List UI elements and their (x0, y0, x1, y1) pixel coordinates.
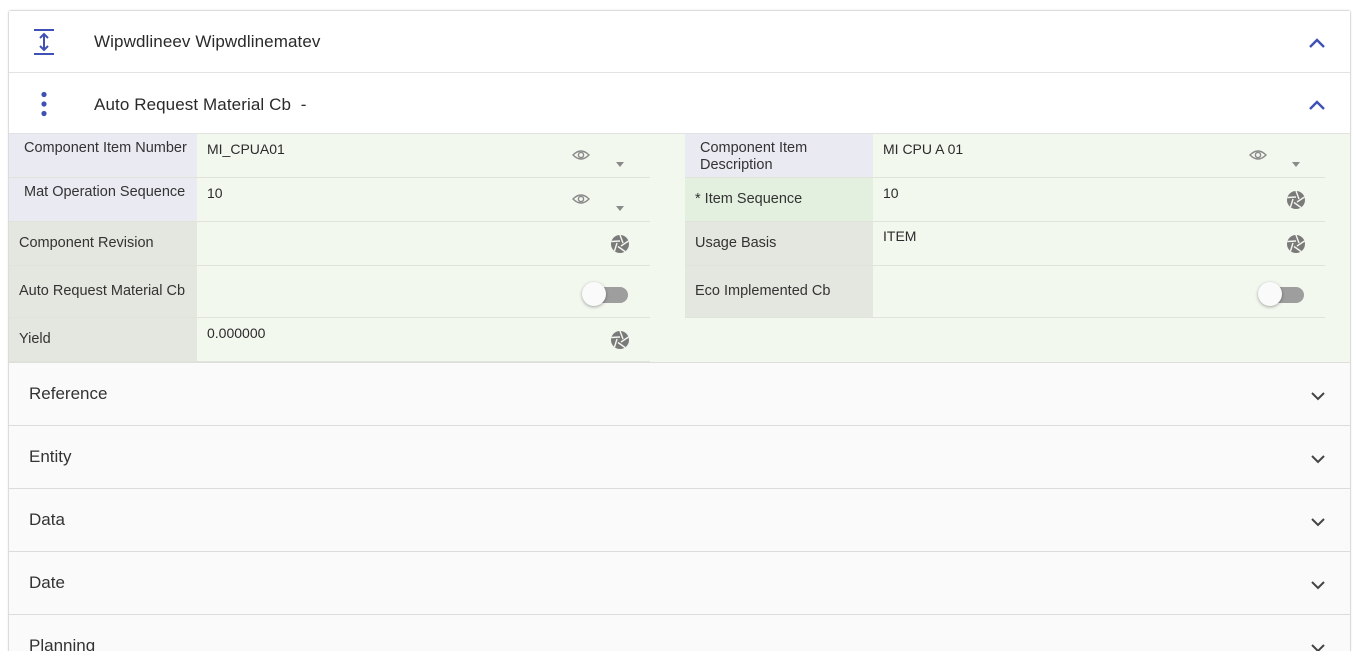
accordion-title: Reference (29, 384, 108, 403)
aperture-icon[interactable] (1286, 234, 1306, 254)
field-label: Usage Basis (685, 222, 873, 265)
field-value: ITEM (883, 228, 917, 244)
section-title: Wipwdlineev Wipwdlinematev (94, 32, 321, 51)
field-label: Eco Implemented Cb (685, 266, 873, 317)
field-component-revision: Component Revision (9, 222, 650, 266)
field-yield: Yield 0.000000 (9, 318, 650, 362)
chevron-down-icon[interactable] (1310, 452, 1326, 464)
field-label: Component Item Number (9, 134, 197, 177)
more-vert-icon[interactable] (31, 89, 57, 119)
field-label: * Item Sequence (685, 178, 873, 221)
auto-request-material-cb-field (197, 266, 650, 317)
field-value: 10 (883, 185, 899, 201)
toggle-knob (1258, 282, 1282, 306)
eye-icon[interactable] (1249, 148, 1267, 162)
field-label: Yield (9, 318, 197, 361)
field-label: Component Item Description (685, 134, 873, 177)
field-usage-basis: Usage Basis ITEM (685, 222, 1325, 266)
dropdown-arrow-icon[interactable] (616, 154, 624, 167)
field-value: 0.000000 (207, 325, 266, 341)
chevron-down-icon[interactable] (1310, 515, 1326, 527)
aperture-icon[interactable] (610, 234, 630, 254)
section-header-wipwdlineev[interactable]: Wipwdlineev Wipwdlinematev (9, 11, 1350, 73)
field-mat-operation-sequence: Mat Operation Sequence 10 (9, 178, 650, 222)
accordion-date[interactable]: Date (9, 552, 1350, 615)
accordion-title: Planning (29, 636, 96, 651)
field-eco-implemented-cb: Eco Implemented Cb (685, 266, 1325, 318)
chevron-down-icon[interactable] (1310, 578, 1326, 590)
accordion-title: Data (29, 510, 65, 529)
dropdown-arrow-icon[interactable] (1292, 154, 1300, 167)
chevron-down-icon[interactable] (1310, 641, 1326, 651)
field-label: Auto Request Material Cb (9, 266, 197, 317)
mat-operation-sequence-input[interactable]: 10 (197, 178, 650, 221)
eco-implemented-toggle[interactable] (1258, 282, 1304, 306)
component-item-description-input[interactable]: MI CPU A 01 (873, 134, 1325, 177)
chevron-down-icon[interactable] (1310, 389, 1326, 401)
accordion-title: Entity (29, 447, 72, 466)
field-item-sequence: * Item Sequence 10 (685, 178, 1325, 222)
chevron-up-icon[interactable] (1308, 36, 1326, 48)
vertical-align-center-icon[interactable] (31, 27, 57, 57)
section-header-auto-request[interactable]: Auto Request Material Cb - (9, 73, 1350, 134)
accordion-reference[interactable]: Reference (9, 363, 1350, 426)
field-label: Mat Operation Sequence (9, 178, 197, 221)
item-sequence-input[interactable]: 10 (873, 178, 1325, 221)
toggle-knob (582, 282, 606, 306)
component-item-number-input[interactable]: MI_CPUA01 (197, 134, 650, 177)
section-title-suffix: - (300, 95, 307, 114)
yield-input[interactable]: 0.000000 (197, 318, 650, 361)
accordion-data[interactable]: Data (9, 489, 1350, 552)
eco-implemented-cb-field (873, 266, 1325, 317)
accordion-entity[interactable]: Entity (9, 426, 1350, 489)
field-component-item-description: Component Item Description MI CPU A 01 (685, 134, 1325, 178)
section-title-text: Auto Request Material Cb (94, 95, 292, 114)
accordion-title: Date (29, 573, 65, 592)
chevron-up-icon[interactable] (1308, 98, 1326, 110)
field-label: Component Revision (9, 222, 197, 265)
accordion-planning[interactable]: Planning (9, 615, 1350, 651)
auto-request-material-toggle[interactable] (582, 282, 628, 306)
dropdown-arrow-icon[interactable] (616, 198, 624, 211)
field-auto-request-material-cb: Auto Request Material Cb (9, 266, 650, 318)
aperture-icon[interactable] (610, 330, 630, 350)
detail-panel: Wipwdlineev Wipwdlinematev Auto Request … (8, 10, 1351, 651)
component-revision-input[interactable] (197, 222, 650, 265)
eye-icon[interactable] (572, 192, 590, 206)
usage-basis-input[interactable]: ITEM (873, 222, 1325, 265)
eye-icon[interactable] (572, 148, 590, 162)
section-title: Auto Request Material Cb - (94, 95, 306, 115)
form-area: Component Item Number MI_CPUA01 Mat Oper… (9, 134, 1350, 363)
aperture-icon[interactable] (1286, 190, 1306, 210)
field-component-item-number: Component Item Number MI_CPUA01 (9, 134, 650, 178)
